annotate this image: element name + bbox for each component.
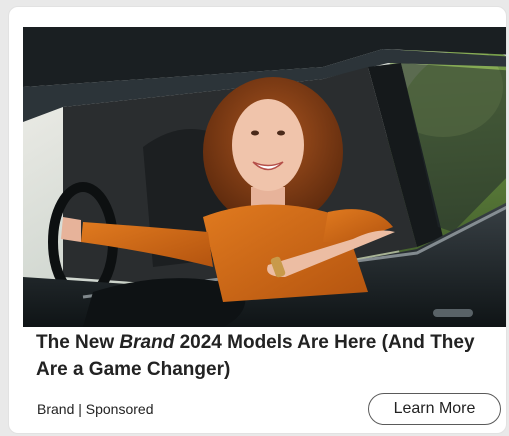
ad-hero-image[interactable] [23, 27, 506, 327]
ad-headline[interactable]: The New Brand 2024 Models Are Here (And … [36, 329, 496, 383]
headline-brand: Brand [119, 332, 175, 353]
learn-more-button[interactable]: Learn More [368, 393, 501, 425]
sponsor-label: Brand | Sponsored [37, 401, 154, 417]
ad-card[interactable]: The New Brand 2024 Models Are Here (And … [8, 6, 507, 434]
headline-prefix: The New [36, 332, 120, 353]
